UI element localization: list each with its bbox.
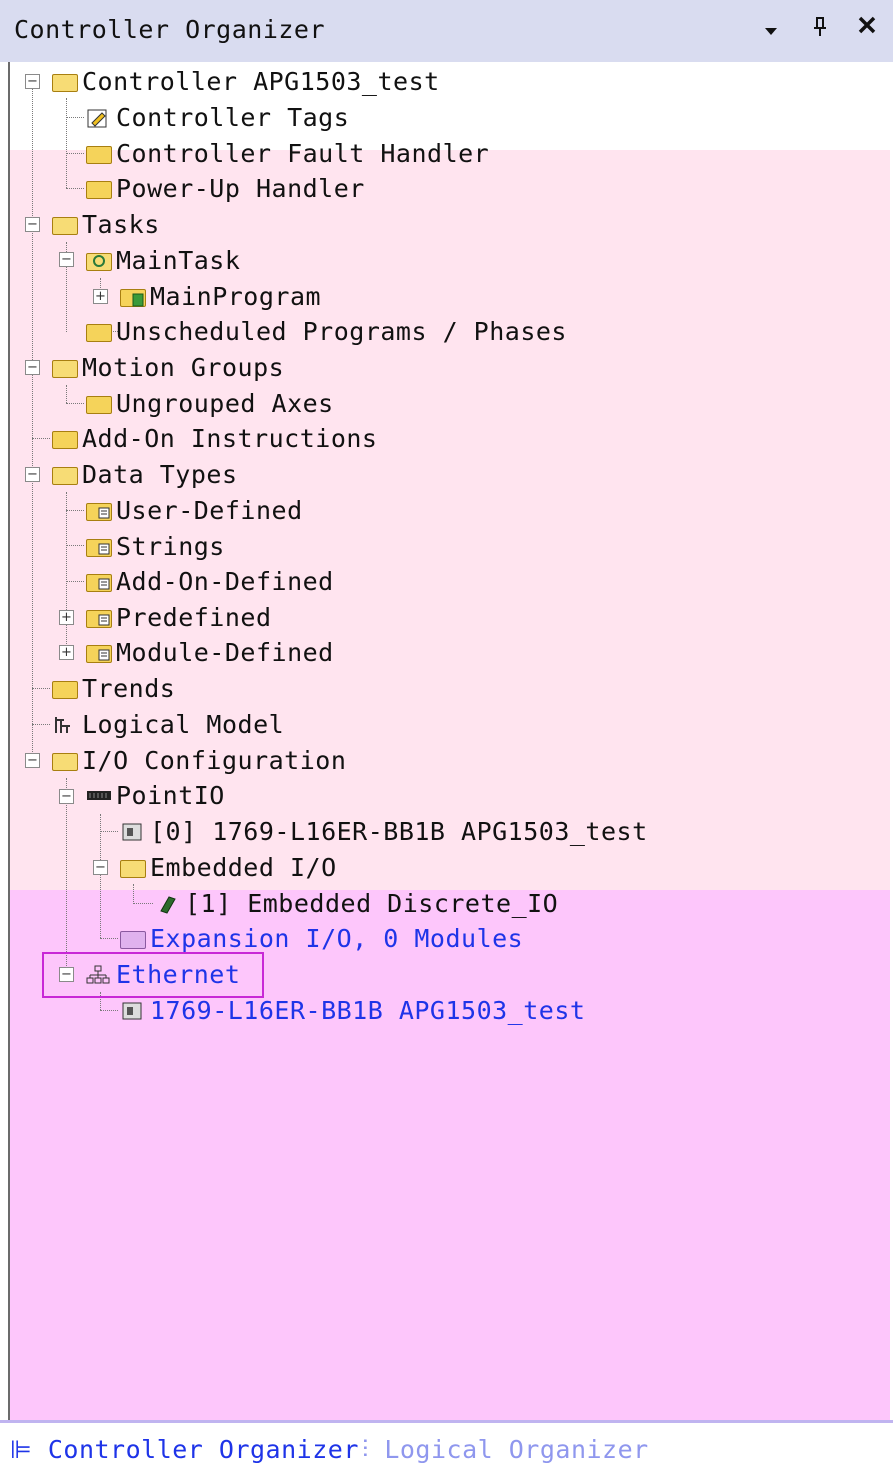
folder-open-icon [52,213,78,235]
controller-module-icon [120,999,146,1021]
folder-open-icon [52,70,78,92]
collapse-icon[interactable]: − [59,789,74,804]
task-folder-icon [86,249,112,271]
tab-logical-organizer[interactable]: ⫶ Logical Organizer [362,1435,649,1465]
tree-item-expansion-io[interactable]: Expansion I/O, 0 Modules [120,921,523,955]
datatype-folder-icon [86,535,112,557]
tree-item-ethernet-module[interactable]: 1769-L16ER-BB1B APG1503_test [120,993,585,1027]
tree-item-logical-model[interactable]: Logical Model [52,707,284,741]
io-bus-icon [86,784,112,806]
tree-item-predefined[interactable]: Predefined [86,600,272,634]
tree-item-module-0[interactable]: [0] 1769-L16ER-BB1B APG1503_test [120,814,648,848]
logical-model-icon [52,713,78,735]
collapse-icon[interactable]: − [25,360,40,375]
folder-icon [86,142,112,164]
expand-icon[interactable]: + [59,645,74,660]
program-folder-icon [120,285,146,307]
organizer-tree: − − − + − − + + − − − − Controller APG15… [0,0,893,1420]
datatype-folder-icon [86,641,112,663]
tree-item-motion-groups[interactable]: Motion Groups [52,350,284,384]
tree-item-user-defined[interactable]: User-Defined [86,493,303,527]
folder-icon [86,320,112,342]
collapse-icon[interactable]: − [25,753,40,768]
tree-item-main-program[interactable]: MainProgram [120,279,321,313]
tag-edit-icon [86,106,112,128]
tree-item-point-io[interactable]: PointIO [86,778,225,812]
controller-module-icon [120,820,146,842]
collapse-icon[interactable]: − [59,252,74,267]
folder-open-icon [52,356,78,378]
folder-icon [86,177,112,199]
tree-item-embedded-io[interactable]: Embedded I/O [120,850,337,884]
folder-icon [86,392,112,414]
tree-item-add-on-instructions[interactable]: Add-On Instructions [52,421,377,455]
collapse-icon[interactable]: − [25,217,40,232]
folder-icon [52,427,78,449]
expand-icon[interactable]: + [59,610,74,625]
tree-item-controller[interactable]: Controller APG1503_test [52,64,440,98]
tree-item-controller-tags[interactable]: Controller Tags [86,100,349,134]
tree-item-data-types[interactable]: Data Types [52,457,238,491]
folder-icon [52,677,78,699]
datatype-folder-icon [86,606,112,628]
tree-item-strings[interactable]: Strings [86,529,225,563]
discrete-module-icon [155,892,181,914]
expand-icon[interactable]: + [93,289,108,304]
organizer-tabs: ⊫ Controller Organizer ⫶ Logical Organiz… [0,1420,893,1473]
datatype-folder-icon [86,570,112,592]
tree-item-io-configuration[interactable]: I/O Configuration [52,743,346,777]
folder-open-icon [120,856,146,878]
tree-item-fault-handler[interactable]: Controller Fault Handler [86,136,489,170]
tree-item-tasks[interactable]: Tasks [52,207,160,241]
tree-item-module-defined[interactable]: Module-Defined [86,635,334,669]
folder-open-icon [52,749,78,771]
tree-item-embedded-discrete[interactable]: [1] Embedded Discrete_IO [155,886,558,920]
folder-icon [120,927,146,949]
tree-item-main-task[interactable]: MainTask [86,243,240,277]
datatype-folder-icon [86,499,112,521]
collapse-icon[interactable]: − [25,467,40,482]
tab-controller-organizer[interactable]: ⊫ Controller Organizer [10,1435,359,1464]
folder-open-icon [52,463,78,485]
controller-organizer-icon: ⊫ [10,1435,33,1464]
selection-highlight [42,952,264,998]
collapse-icon[interactable]: − [93,860,108,875]
tree-item-powerup-handler[interactable]: Power-Up Handler [86,171,365,205]
tree-item-unscheduled[interactable]: Unscheduled Programs / Phases [86,314,567,348]
tree-item-trends[interactable]: Trends [52,671,175,705]
collapse-icon[interactable]: − [25,74,40,89]
tree-item-ungrouped-axes[interactable]: Ungrouped Axes [86,386,334,420]
logical-organizer-icon: ⫶ [362,1435,369,1464]
tree-item-add-on-defined[interactable]: Add-On-Defined [86,564,334,598]
